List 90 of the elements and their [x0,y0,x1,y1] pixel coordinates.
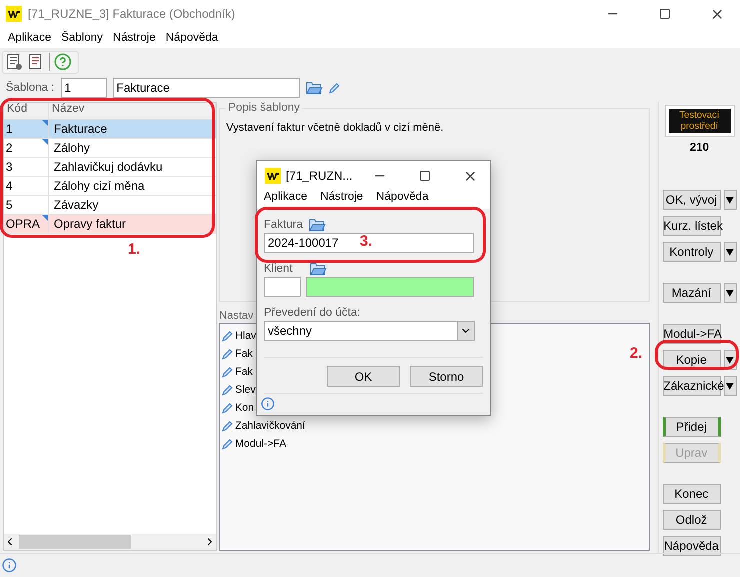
info-icon[interactable] [261,397,275,411]
window-title: [71_RUZNE_3] Fakturace (Obchodník) [28,7,236,21]
menu-item[interactable]: Aplikace [8,32,52,44]
pencil-icon [222,330,234,342]
action-button[interactable]: Nápověda [662,536,721,556]
table-cell: 2 [4,139,49,157]
scrollbar[interactable] [4,534,216,550]
list-item[interactable]: Hlav [235,330,256,342]
dialog-button[interactable]: OK [327,366,400,387]
grid-row[interactable]: 4 Zálohy cizí měna [4,177,216,196]
description-text: Vystavení faktur včetně dokladů v cizí měně. [226,122,444,134]
action-button[interactable]: Konec [662,484,721,504]
pencil-icon [222,420,234,432]
action-button[interactable]: Kontroly [662,242,721,262]
grid-row[interactable]: 2 Zálohy [4,139,216,158]
list-item[interactable]: Slev [235,384,256,396]
list-item[interactable]: Fak [235,366,253,378]
table-cell: 5 [4,196,49,214]
folder-icon[interactable] [309,218,326,232]
list-item[interactable]: Fak [235,348,253,360]
field-label: Klient [264,263,294,275]
triangle-down-icon [726,248,734,256]
list-item[interactable]: Zahlavičkování [235,420,306,432]
table-cell: 1 [4,120,49,138]
dialog-title: [71_RUZN... [286,169,354,183]
grid-row[interactable]: 5 Závazky [4,196,216,215]
group-title: Popis šablony [227,102,302,114]
logo-icon [265,168,281,184]
pencil-icon [328,82,341,94]
menu-item[interactable]: Nástroje [113,32,156,44]
action-button[interactable]: Mazání [662,283,721,303]
list-item[interactable]: Modul->FA [235,438,286,450]
help-icon[interactable] [54,53,72,71]
grid-row[interactable]: 1 Fakturace [4,120,216,139]
column-header[interactable]: Název [49,103,216,119]
pencil-icon [222,384,234,396]
triangle-down-icon [726,356,734,364]
dropdown-button[interactable] [724,283,737,303]
dialog-button[interactable]: Storno [410,366,483,387]
client-name-field[interactable] [306,277,474,297]
dropdown-button[interactable] [724,242,737,262]
grid-row[interactable]: OPRA Opravy faktur [4,215,216,234]
info-icon[interactable] [2,558,17,573]
pencil-icon [222,366,234,378]
dropdown-button[interactable] [724,376,737,396]
menu-item[interactable]: Šablony [61,32,104,44]
logo-icon [6,6,22,22]
list-item[interactable]: Kon [235,402,254,414]
pencil-icon [222,348,234,360]
settings-title: Nastav [219,310,254,322]
pencil-icon [222,438,234,450]
transfer-select[interactable]: všechny [264,321,475,341]
field-label: Převedení do účta: [264,307,361,319]
annotation-number: 3. [360,233,373,250]
template-code-field[interactable]: 1 [60,78,107,98]
annotation-number: 2. [630,345,643,362]
triangle-down-icon [726,196,734,204]
table-cell-text: Opravy faktur [53,216,128,233]
template-name-field[interactable]: Fakturace [112,78,300,98]
table-cell-text: Závazky [53,197,100,214]
settings-document-icon[interactable] [5,53,23,71]
action-button[interactable]: Kurz. lístek [662,216,721,236]
folder-icon[interactable] [310,262,327,276]
triangle-down-icon [726,290,734,296]
dropdown-button[interactable] [724,190,737,210]
table-cell: 4 [4,177,49,195]
table-cell: 3 [4,158,49,176]
action-button[interactable]: Přidej [662,417,721,437]
pencil-icon [222,402,234,414]
annotation-number: 1. [128,241,141,258]
environment-number: 210 [690,142,710,154]
action-button[interactable]: OK, vývoj [662,190,721,210]
environment-text: Testovací prostředí [668,109,731,133]
menu-item[interactable]: Nástroje [320,191,364,209]
table-cell-text: Zálohy cizí měna [53,178,146,195]
table-cell: OPRA [4,215,49,233]
table-cell-text: Zálohy [53,140,92,157]
column-header[interactable]: Kód [4,103,49,119]
menu-item[interactable]: Nápověda [166,32,218,44]
grid-row[interactable]: 3 Zahlavičkuj dodávku [4,158,216,177]
folder-icon[interactable] [306,81,323,95]
menu-item[interactable]: Nápověda [376,191,429,209]
menu-item[interactable]: Aplikace [264,191,308,209]
action-button[interactable]: Odlož [662,510,721,530]
table-cell-text: Fakturace [53,121,108,138]
field-label: Faktura [264,219,303,231]
table-cell-text: Zahlavičkuj dodávku [53,159,164,176]
triangle-down-icon [726,382,734,390]
client-code-field[interactable] [264,277,301,297]
template-label: Šablona : [6,82,55,94]
